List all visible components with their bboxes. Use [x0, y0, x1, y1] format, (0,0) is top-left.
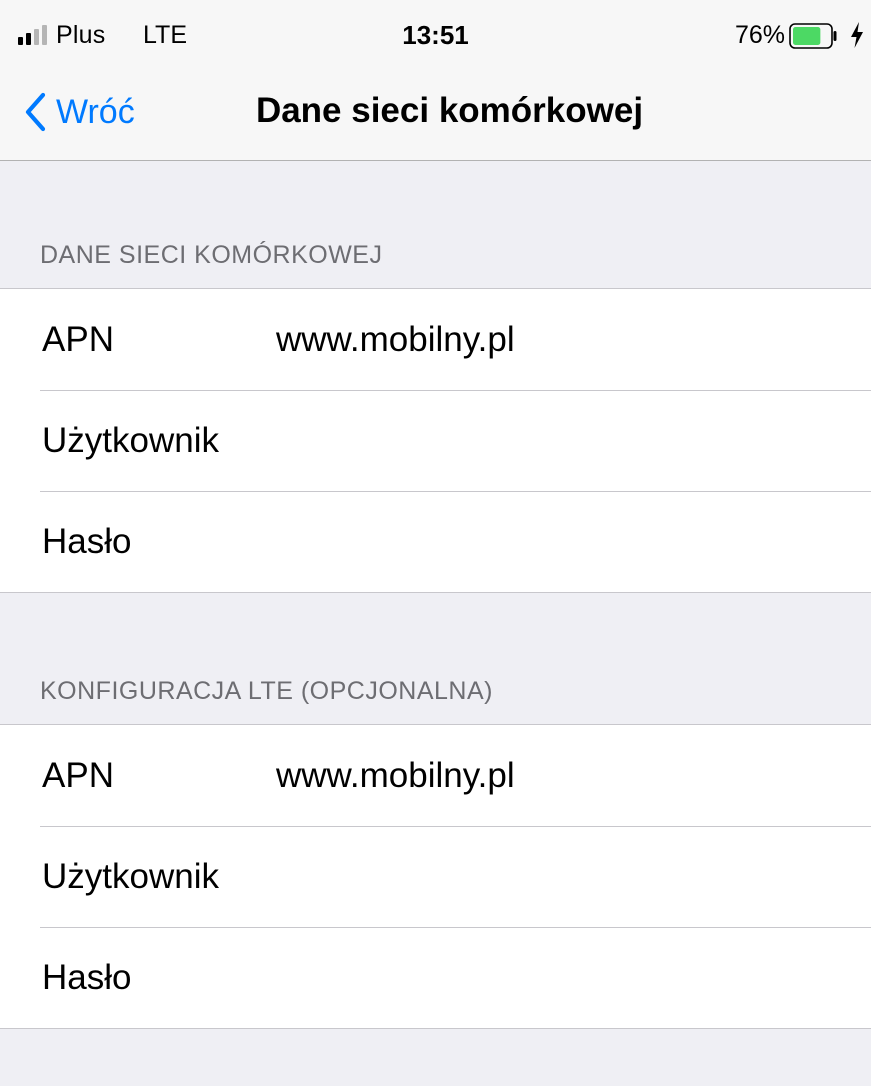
row-label: APN: [42, 756, 114, 795]
lte-apn-row[interactable]: APN www.mobilny.pl: [0, 725, 871, 826]
row-label: Hasło: [42, 958, 132, 997]
page-title: Dane sieci komórkowej: [255, 91, 644, 130]
battery-percentage: 76%: [734, 21, 785, 49]
navigation-bar: Wróć Dane sieci komórkowej: [0, 76, 871, 160]
cellular-data-group: APN www.mobilny.pl Użytkownik Hasło: [0, 288, 871, 593]
lte-username-row[interactable]: Użytkownik: [0, 826, 871, 927]
row-label: Użytkownik: [42, 857, 219, 896]
row-label: APN: [42, 320, 114, 359]
section-header-cellular-data: DANE SIECI KOMÓRKOWEJ: [40, 241, 383, 269]
apn-row[interactable]: APN www.mobilny.pl: [0, 289, 871, 390]
battery-icon: [789, 23, 837, 49]
row-label: Hasło: [42, 522, 132, 561]
password-row[interactable]: Hasło: [0, 491, 871, 592]
section-header-lte-configuration: KONFIGURACJA LTE (OPCJONALNA): [40, 677, 493, 705]
lte-apn-field[interactable]: www.mobilny.pl: [276, 755, 515, 797]
apn-field[interactable]: www.mobilny.pl: [276, 319, 515, 361]
lte-configuration-group: APN www.mobilny.pl Użytkownik Hasło: [0, 724, 871, 1029]
status-bar: Plus LTE 13:51 76%: [0, 0, 871, 76]
top-bar: Plus LTE 13:51 76% Wróć Dane sieci komór…: [0, 0, 871, 161]
username-row[interactable]: Użytkownik: [0, 390, 871, 491]
row-label: Użytkownik: [42, 421, 219, 460]
charging-bolt-icon: [851, 22, 863, 48]
lte-password-row[interactable]: Hasło: [0, 927, 871, 1028]
